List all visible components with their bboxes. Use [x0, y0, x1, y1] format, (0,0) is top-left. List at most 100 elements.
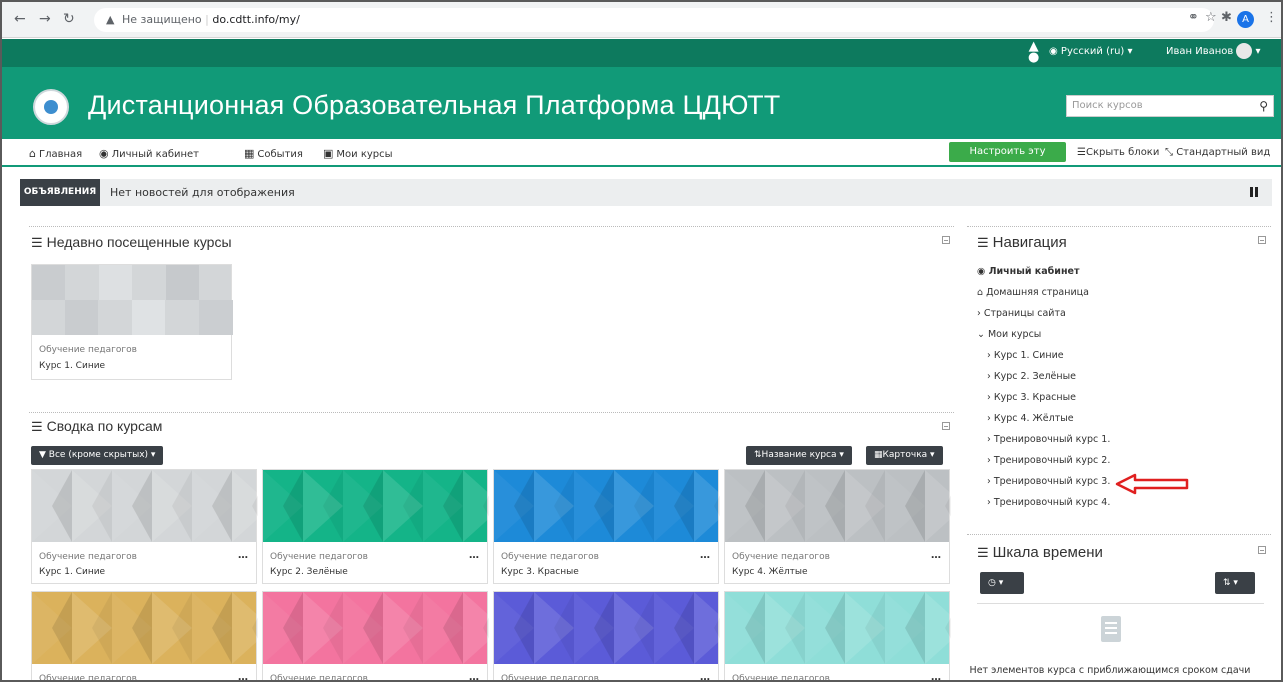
menu-events-label: События	[257, 149, 303, 160]
timeline-separator	[977, 603, 1264, 604]
course-card[interactable]: Обучение педагогов…	[493, 591, 734, 680]
chevron-right-icon: ›	[987, 434, 994, 445]
course-card[interactable]: Обучение педагогов…	[262, 591, 503, 680]
customize-page-button[interactable]: Настроить эту страницу	[949, 142, 1066, 177]
nav-training-4-label: Тренировочный курс 4.	[993, 497, 1111, 508]
course-card[interactable]: Обучение педагогов … Курс 1. Синие	[31, 469, 272, 584]
course-card[interactable]: Обучение педагогов…	[31, 591, 272, 680]
briefcase-icon: ▣	[323, 147, 334, 160]
more-actions-icon[interactable]: …	[931, 550, 941, 561]
filter-icon: ▼	[39, 450, 49, 460]
nav-training-1-label: Тренировочный курс 1.	[993, 434, 1111, 445]
view-dropdown[interactable]: ▦Карточка ▾	[866, 446, 943, 465]
nav-course-1[interactable]: › Курс 1. Синие	[987, 350, 1064, 361]
nav-course-3[interactable]: › Курс 3. Красные	[987, 392, 1076, 403]
course-name[interactable]: Курс 1. Синие	[39, 361, 105, 371]
nav-site-pages[interactable]: › Страницы сайта	[977, 308, 1066, 319]
menu-my-courses[interactable]: ▣ Мои курсы	[323, 147, 393, 160]
course-card[interactable]: Обучение педагогов … Курс 4. Жёлтые	[724, 469, 965, 584]
more-actions-icon[interactable]: …	[238, 672, 248, 680]
profile-avatar[interactable]: A	[1237, 11, 1254, 28]
timeline-sort-button[interactable]: ⇅ ▾	[1215, 572, 1255, 594]
course-search-input[interactable]: Поиск курсов ⚲	[1066, 95, 1274, 117]
course-name[interactable]: Курс 3. Красные	[501, 567, 579, 577]
sort-icon: ⇅	[754, 450, 762, 460]
address-bar[interactable]: ▲ Не защищено | do.cdtt.info/my/	[94, 8, 1214, 32]
collapse-icon[interactable]	[1258, 546, 1266, 554]
course-image	[494, 592, 734, 664]
course-pattern	[494, 470, 734, 542]
timeline-filter-button[interactable]: ◷ ▾	[980, 572, 1024, 594]
more-actions-icon[interactable]: …	[238, 550, 248, 561]
nav-home-label: Домашняя страница	[986, 287, 1089, 298]
navigation-title: ☰ Навигация	[977, 234, 1067, 251]
collapse-icon[interactable]	[942, 422, 950, 430]
search-icon[interactable]: ⚲	[1259, 96, 1268, 116]
sort-icon: ⇅	[1223, 578, 1231, 588]
search-placeholder: Поиск курсов	[1072, 100, 1143, 111]
nav-my-courses[interactable]: ⌄ Мои курсы	[977, 329, 1041, 340]
nav-course-2[interactable]: › Курс 2. Зелёные	[987, 371, 1076, 382]
pause-icon[interactable]	[1250, 187, 1258, 197]
expand-icon: ⤡	[1165, 147, 1177, 158]
course-name[interactable]: Курс 1. Синие	[39, 567, 105, 577]
nav-training-2[interactable]: › Тренировочный курс 2.	[987, 455, 1110, 466]
chevron-down-icon: ⌄	[977, 329, 988, 340]
overview-divider	[29, 412, 954, 413]
extensions-icon[interactable]: ✱	[1221, 10, 1232, 25]
standard-view-link[interactable]: ⤡ Стандартный вид	[1165, 147, 1270, 158]
chevron-right-icon: ›	[977, 308, 984, 319]
course-card[interactable]: Обучение педагогов … Курс 2. Зелёные	[262, 469, 503, 584]
more-actions-icon[interactable]: …	[700, 550, 710, 561]
nav-dashboard[interactable]: ◉ Личный кабинет	[977, 266, 1079, 277]
user-menu[interactable]: Иван Иванов ▾	[1166, 43, 1260, 59]
key-icon[interactable]: ⚭	[1188, 10, 1199, 25]
chevron-right-icon: ›	[987, 476, 994, 487]
course-name[interactable]: Курс 4. Жёлтые	[732, 567, 808, 577]
menu-home[interactable]: ⌂ Главная	[29, 147, 82, 160]
back-icon[interactable]: ←	[14, 11, 26, 27]
course-card[interactable]: Обучение педагогов … Курс 3. Красные	[493, 469, 734, 584]
browser-window: ← → ↻ ▲ Не защищено | do.cdtt.info/my/ ⚭…	[0, 0, 1283, 682]
menu-events[interactable]: ▦ События	[244, 147, 303, 160]
home-icon: ⌂	[29, 147, 36, 160]
nav-training-3[interactable]: › Тренировочный курс 3.	[987, 476, 1110, 487]
site-title: Дистанционная Образовательная Платформа …	[88, 90, 781, 120]
chevron-right-icon: ›	[987, 497, 994, 508]
more-actions-icon[interactable]: …	[469, 672, 479, 680]
filter-dropdown[interactable]: ▼ Все (кроме скрытых) ▾	[31, 446, 164, 465]
more-actions-icon[interactable]: …	[931, 672, 941, 680]
standard-view-label: Стандартный вид	[1176, 147, 1271, 158]
nav-course-4[interactable]: › Курс 4. Жёлтые	[987, 413, 1074, 424]
notifications-icon[interactable]: ▲ ●	[1028, 40, 1039, 64]
nav-training-4[interactable]: › Тренировочный курс 4.	[987, 497, 1110, 508]
course-name[interactable]: Курс 2. Зелёные	[270, 567, 348, 577]
forward-icon[interactable]: →	[39, 11, 51, 27]
nav-course-3-label: Курс 3. Красные	[993, 392, 1076, 403]
more-actions-icon[interactable]: …	[469, 550, 479, 561]
avatar	[1236, 43, 1253, 59]
nav-training-2-label: Тренировочный курс 2.	[993, 455, 1111, 466]
recent-course-card[interactable]: Обучение педагогов Курс 1. Синие	[31, 264, 233, 380]
menu-icon[interactable]: ⋮	[1265, 10, 1278, 25]
site-header: Дистанционная Образовательная Платформа …	[2, 67, 1281, 139]
course-card[interactable]: Обучение педагогов…	[724, 591, 965, 680]
menu-dashboard[interactable]: ◉ Личный кабинет	[99, 147, 199, 160]
more-actions-icon[interactable]: …	[700, 672, 710, 680]
collapse-icon[interactable]	[942, 236, 950, 244]
hide-blocks-link[interactable]: ☰Скрыть блоки	[1077, 147, 1159, 158]
star-icon[interactable]: ☆	[1205, 10, 1217, 25]
language-menu[interactable]: ◉ Русский (ru) ▾	[1049, 46, 1133, 57]
course-image	[263, 470, 503, 542]
collapse-icon[interactable]	[1258, 236, 1266, 244]
reload-icon[interactable]: ↻	[63, 11, 75, 27]
course-pattern	[725, 592, 965, 664]
sort-dropdown[interactable]: ⇅Название курса ▾	[746, 446, 852, 465]
view-label: Карточка	[882, 450, 928, 460]
nav-home[interactable]: ⌂ Домашняя страница	[977, 287, 1089, 298]
site-logo[interactable]	[33, 89, 69, 125]
globe-icon: ◉	[1049, 46, 1058, 57]
block-menu-icon: ☰	[977, 545, 989, 560]
nav-training-1[interactable]: › Тренировочный курс 1.	[987, 434, 1110, 445]
course-category: Обучение педагогов	[270, 552, 368, 562]
